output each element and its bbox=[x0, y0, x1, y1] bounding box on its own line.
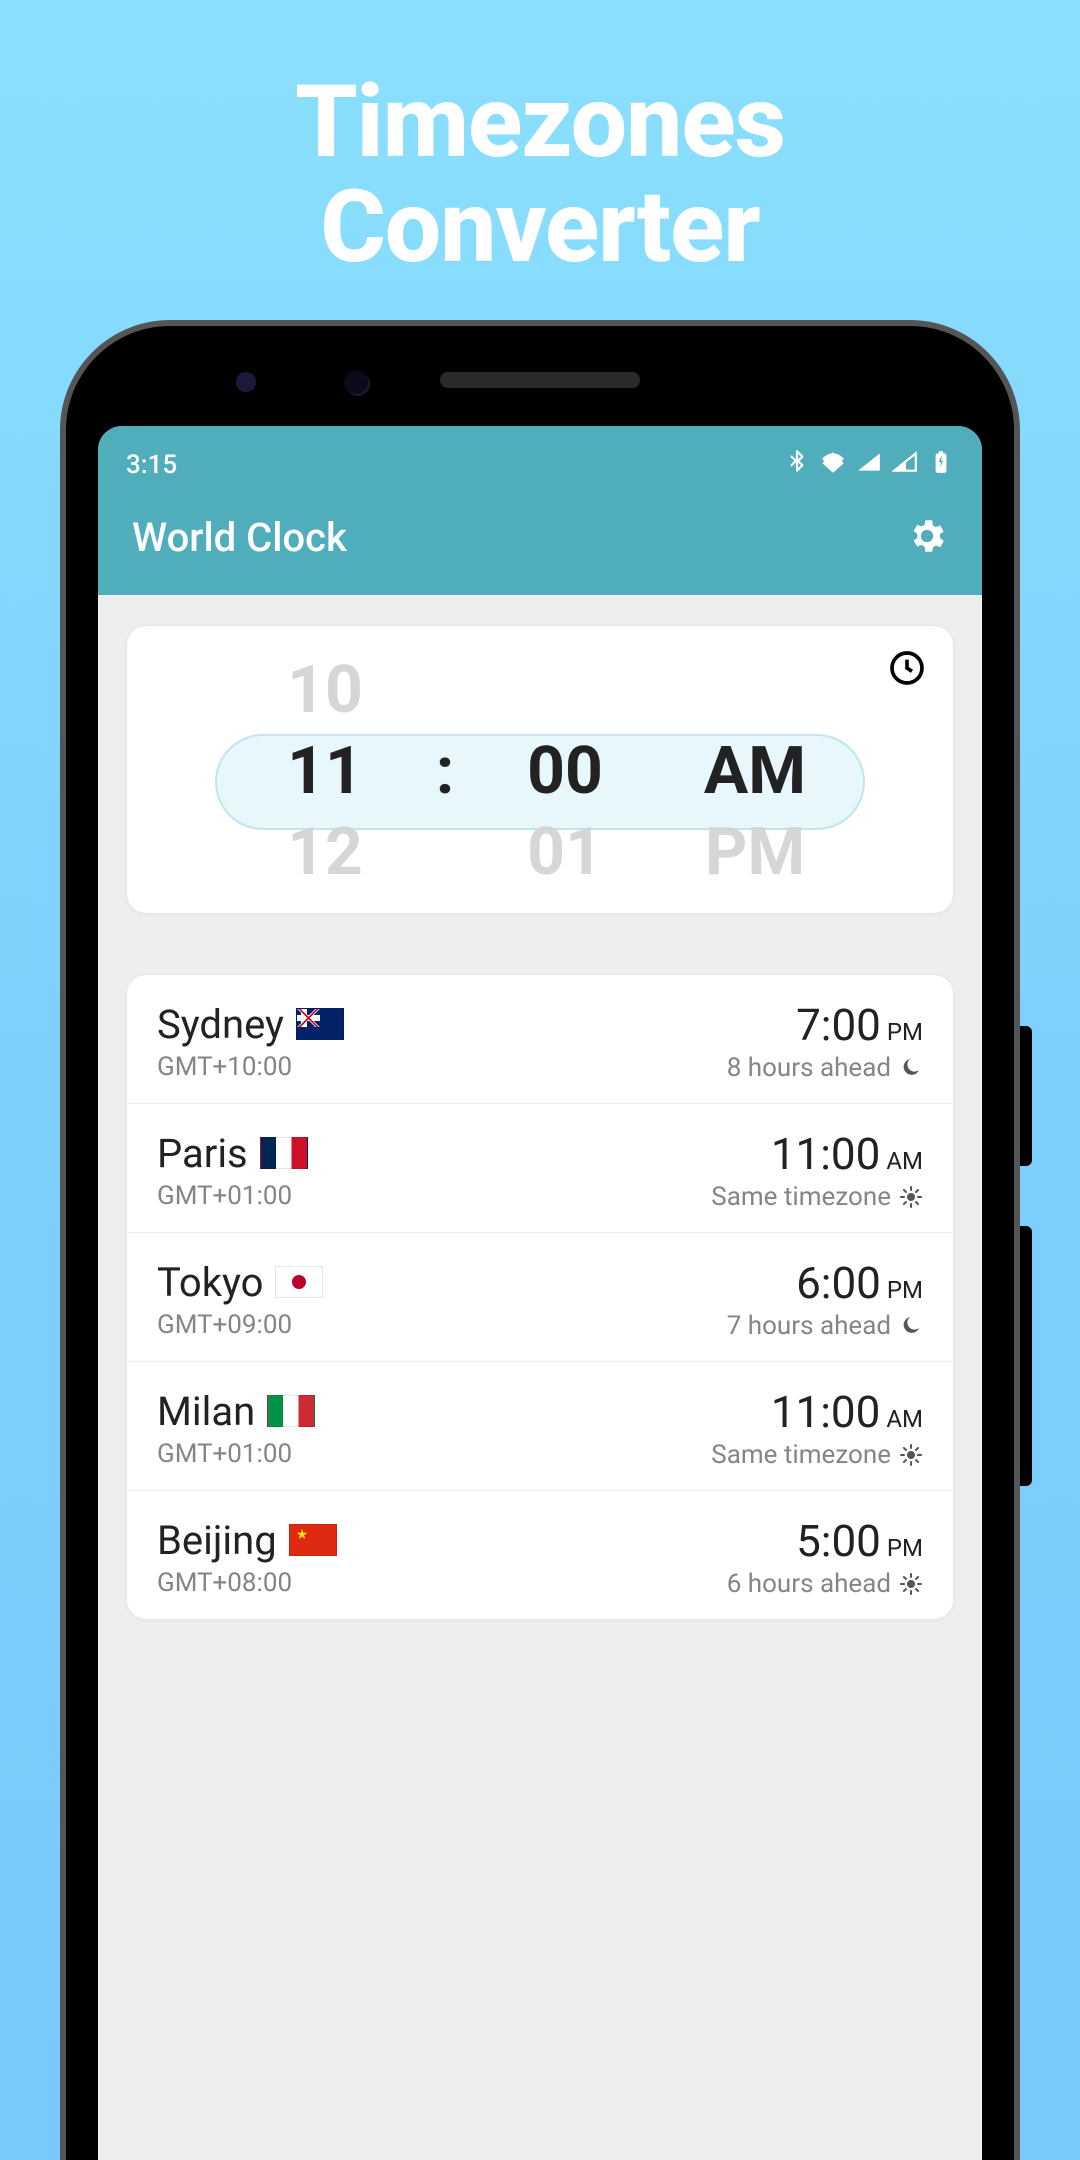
device-side-button bbox=[1020, 1226, 1032, 1486]
picker-period-next[interactable]: PM bbox=[660, 814, 850, 891]
city-ampm: AM bbox=[886, 1147, 923, 1175]
city-ampm: PM bbox=[887, 1018, 923, 1046]
sun-icon bbox=[899, 1185, 923, 1209]
city-name: Milan bbox=[157, 1388, 255, 1435]
city-row[interactable]: Beijing GMT+08:00 5:00PM 6 hours ahead bbox=[127, 1491, 953, 1619]
city-name: Beijing bbox=[157, 1517, 277, 1564]
city-name: Tokyo bbox=[157, 1259, 263, 1306]
top-bar: 3:15 bbox=[98, 426, 982, 595]
city-gmt: GMT+08:00 bbox=[157, 1568, 337, 1598]
moon-icon bbox=[899, 1314, 923, 1338]
status-icons bbox=[784, 449, 954, 482]
city-time-info: 6:00PM 7 hours ahead bbox=[727, 1257, 923, 1341]
screen: 3:15 bbox=[98, 426, 982, 2160]
flag-icon bbox=[289, 1524, 337, 1556]
picker-minute-selected[interactable]: 00 bbox=[470, 733, 660, 810]
picker-hour-prev[interactable]: 10 bbox=[230, 652, 420, 729]
wifi-icon bbox=[820, 449, 846, 482]
city-row[interactable]: Paris GMT+01:00 11:00AM Same timezone bbox=[127, 1104, 953, 1233]
city-info: Paris GMT+01:00 bbox=[157, 1130, 308, 1211]
sun-icon bbox=[899, 1572, 923, 1596]
city-info: Beijing GMT+08:00 bbox=[157, 1517, 337, 1598]
city-row[interactable]: Tokyo GMT+09:00 6:00PM 7 hours ahead bbox=[127, 1233, 953, 1362]
city-time: 11:00 bbox=[771, 1128, 881, 1180]
camera-icon bbox=[346, 372, 370, 396]
picker-minute-next[interactable]: 01 bbox=[470, 814, 660, 891]
city-gmt: GMT+01:00 bbox=[157, 1439, 315, 1469]
clock-icon bbox=[887, 648, 927, 688]
sun-icon bbox=[899, 1443, 923, 1467]
city-time: 11:00 bbox=[771, 1386, 881, 1438]
city-list: SydneyGMT+10:007:00PM8 hours aheadParisG… bbox=[126, 974, 954, 1620]
flag-icon bbox=[275, 1266, 323, 1298]
picker-hour-selected[interactable]: 11 bbox=[230, 733, 420, 810]
city-offset: 6 hours ahead bbox=[727, 1569, 891, 1599]
flag-icon bbox=[296, 1008, 344, 1040]
status-bar: 3:15 bbox=[126, 444, 954, 486]
device-side-button bbox=[1020, 1026, 1032, 1166]
moon-icon bbox=[899, 1056, 923, 1080]
signal-icon bbox=[892, 449, 918, 482]
promo-line-1: Timezones bbox=[0, 70, 1080, 175]
app-title: World Clock bbox=[132, 514, 347, 561]
picker-separator: : bbox=[420, 733, 470, 810]
picker-period-selected[interactable]: AM bbox=[660, 733, 850, 810]
time-picker[interactable]: 10 11 : 00 AM 12 01 PM bbox=[230, 652, 850, 891]
city-name: Sydney bbox=[157, 1001, 284, 1048]
city-time: 5:00 bbox=[796, 1515, 881, 1567]
city-gmt: GMT+09:00 bbox=[157, 1310, 323, 1340]
reset-time-button[interactable] bbox=[887, 648, 927, 688]
city-time: 6:00 bbox=[796, 1257, 881, 1309]
content: 10 11 : 00 AM 12 01 PM Sydney GMT+10:00 7:… bbox=[98, 595, 982, 1650]
signal-icon bbox=[856, 449, 882, 482]
settings-button[interactable] bbox=[906, 515, 948, 561]
flag-icon bbox=[260, 1137, 308, 1169]
city-ampm: PM bbox=[887, 1534, 923, 1562]
picker-hour-next[interactable]: 12 bbox=[230, 814, 420, 891]
city-time-info: 11:00AM Same timezone bbox=[711, 1128, 923, 1212]
city-info: Milan GMT+01:00 bbox=[157, 1388, 315, 1469]
city-name: Paris bbox=[157, 1130, 248, 1177]
promo-title: Timezones Converter bbox=[0, 0, 1080, 280]
city-gmt: GMT+01:00 bbox=[157, 1181, 308, 1211]
city-info: Sydney GMT+10:00 bbox=[157, 1001, 344, 1082]
device-frame: 3:15 bbox=[60, 320, 1020, 2160]
city-offset: Same timezone bbox=[711, 1182, 891, 1212]
city-time: 7:00 bbox=[796, 999, 881, 1051]
city-time-info: 5:00PM 6 hours ahead bbox=[727, 1515, 923, 1599]
city-offset: 7 hours ahead bbox=[727, 1311, 891, 1341]
promo-line-2: Converter bbox=[0, 175, 1080, 280]
app-bar: World Clock bbox=[126, 486, 954, 595]
time-picker-card: 10 11 : 00 AM 12 01 PM bbox=[126, 625, 954, 914]
gear-icon bbox=[906, 515, 948, 557]
city-row[interactable]: Milan GMT+01:00 11:00AM Same timezone bbox=[127, 1362, 953, 1491]
city-time-info: 11:00AM Same timezone bbox=[711, 1386, 923, 1470]
city-info: Tokyo GMT+09:00 bbox=[157, 1259, 323, 1340]
battery-icon bbox=[928, 449, 954, 482]
city-gmt: GMT+10:00 bbox=[157, 1052, 344, 1082]
city-row[interactable]: Sydney GMT+10:00 7:00PM 8 hours ahead bbox=[127, 975, 953, 1104]
city-offset: 8 hours ahead bbox=[727, 1053, 891, 1083]
city-ampm: AM bbox=[886, 1405, 923, 1433]
status-time: 3:15 bbox=[126, 450, 177, 480]
flag-icon bbox=[267, 1395, 315, 1427]
city-ampm: PM bbox=[887, 1276, 923, 1304]
city-time-info: 7:00PM 8 hours ahead bbox=[727, 999, 923, 1083]
city-offset: Same timezone bbox=[711, 1440, 891, 1470]
bluetooth-icon bbox=[784, 449, 810, 482]
